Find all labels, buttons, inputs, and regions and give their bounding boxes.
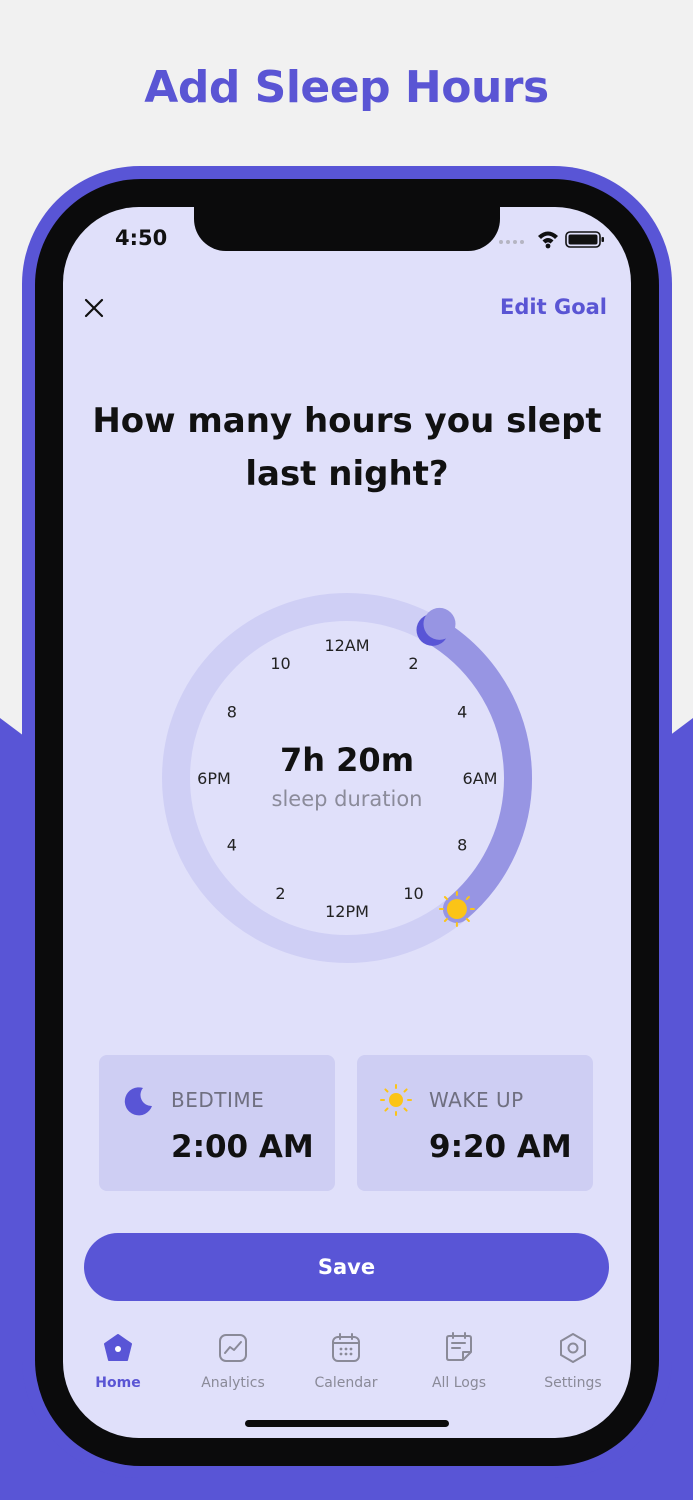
dial-label: 8: [227, 703, 237, 722]
question-heading: How many hours you slept last night?: [92, 401, 602, 494]
tab-analytics[interactable]: Analytics: [183, 1331, 283, 1397]
calendar-icon: [332, 1333, 360, 1362]
tab-home[interactable]: Home: [68, 1331, 168, 1397]
dial-label: 12AM: [324, 636, 369, 655]
home-icon: [104, 1334, 132, 1361]
status-time: 4:50: [115, 226, 168, 250]
tab-settings-label: Settings: [544, 1375, 602, 1391]
status-icons: [499, 231, 604, 249]
dial-label: 4: [227, 836, 237, 855]
logs-icon: [446, 1332, 472, 1361]
sleep-duration-label: sleep duration: [271, 787, 423, 811]
sun-icon: [380, 1084, 412, 1116]
tab-bar: Home Analytics Calendar All Logs Setting…: [63, 1331, 631, 1401]
home-indicator: [245, 1420, 449, 1427]
analytics-icon: [219, 1334, 247, 1362]
bedtime-value: 2:00 AM: [171, 1129, 314, 1165]
edit-goal-button[interactable]: Edit Goal: [500, 295, 607, 319]
tab-all-logs[interactable]: All Logs: [409, 1331, 509, 1397]
wifi-icon: [538, 231, 558, 249]
close-icon[interactable]: [79, 293, 109, 323]
battery-icon: [565, 231, 604, 248]
dial-label: 10: [270, 654, 290, 673]
tab-calendar[interactable]: Calendar: [296, 1331, 396, 1397]
bedtime-card[interactable]: BEDTIME 2:00 AM: [99, 1055, 335, 1191]
tab-settings[interactable]: Settings: [523, 1331, 623, 1397]
dial-label: 12PM: [325, 902, 369, 921]
bedtime-label: BEDTIME: [171, 1088, 265, 1112]
tab-home-label: Home: [95, 1375, 141, 1391]
wakeup-label: WAKE UP: [429, 1088, 524, 1112]
save-button[interactable]: Save: [84, 1233, 609, 1301]
dial-label: 2: [275, 884, 285, 903]
dial-label: 4: [457, 703, 467, 722]
signal-icon: [499, 240, 524, 244]
tab-calendar-label: Calendar: [314, 1375, 378, 1391]
dial-label: 2: [408, 654, 418, 673]
notch: [194, 207, 500, 251]
app-screen: 4:50 Edit Goal How many hours you slept …: [63, 207, 631, 1438]
tab-analytics-label: Analytics: [201, 1375, 265, 1391]
sleep-duration-value: 7h 20m: [279, 741, 415, 779]
wakeup-card[interactable]: WAKE UP 9:20 AM: [357, 1055, 593, 1191]
dial-label: 8: [457, 836, 467, 855]
promo-title: Add Sleep Hours: [144, 62, 549, 113]
wakeup-value: 9:20 AM: [429, 1129, 572, 1165]
moon-icon: [124, 1087, 152, 1116]
tab-all-logs-label: All Logs: [431, 1375, 487, 1391]
settings-icon: [560, 1333, 586, 1363]
dial-label: 10: [403, 884, 423, 903]
